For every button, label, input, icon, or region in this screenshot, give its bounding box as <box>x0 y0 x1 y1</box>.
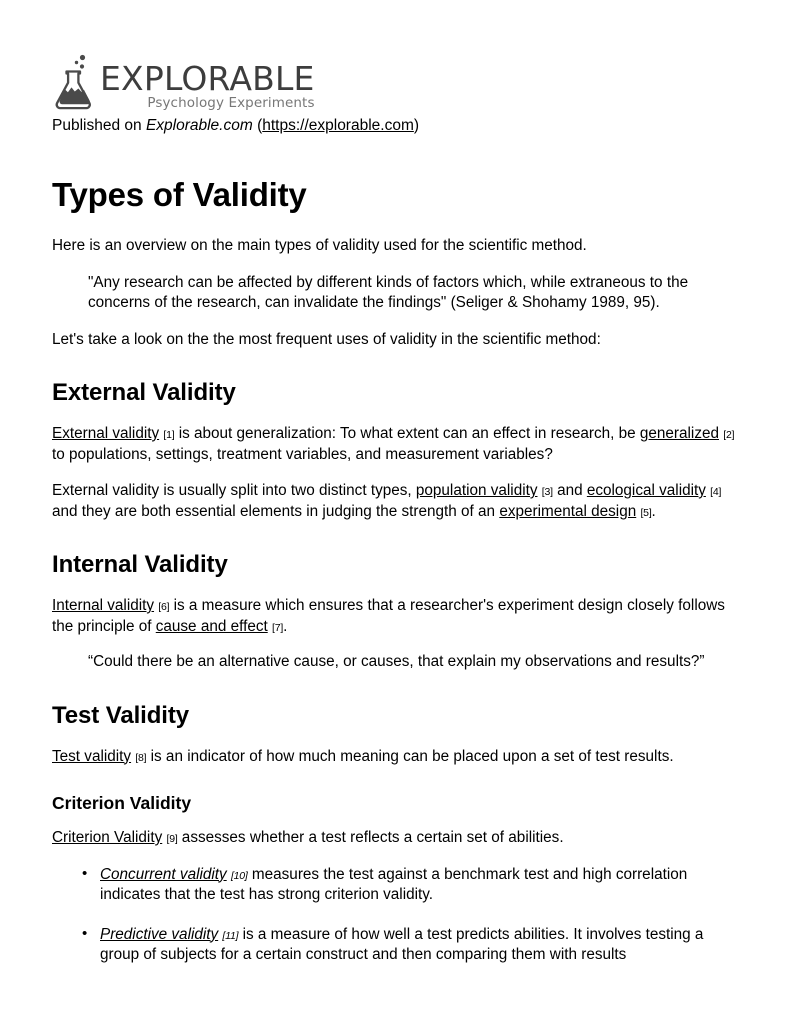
link-external-validity[interactable]: External validity <box>52 425 159 442</box>
heading-internal-validity: Internal Validity <box>52 551 228 578</box>
intro-paragraph: Here is an overview on the main types of… <box>52 237 587 254</box>
explorable-logo: EXPLORABLE Psychology Experiments <box>52 50 741 112</box>
external-p2-mid-1: and <box>552 482 587 499</box>
internal-validity-paragraph-1: Internal validity [6] is a measure which… <box>52 596 741 637</box>
list-item: Concurrent validity [10] measures the te… <box>82 864 741 906</box>
external-validity-paragraph-2: External validity is usually split into … <box>52 481 741 522</box>
logo-wordmark-group: EXPLORABLE Psychology Experiments <box>100 62 315 112</box>
link-cause-and-effect[interactable]: cause and effect <box>156 618 268 635</box>
ref-9[interactable]: [9] <box>166 833 177 845</box>
heading-test-validity: Test Validity <box>52 701 189 729</box>
published-close-paren: ) <box>413 117 420 134</box>
external-p2-mid-2: and they are both essential elements in … <box>52 502 500 520</box>
external-p2-start: External validity is usually split into … <box>52 482 416 499</box>
published-site-name: Explorable.com <box>145 117 253 134</box>
seliger-quote: "Any research can be affected by differe… <box>88 273 689 312</box>
published-prefix: Published on <box>52 117 146 134</box>
link-predictive-validity[interactable]: Predictive validity <box>100 926 218 943</box>
published-open-paren: ( <box>252 117 263 134</box>
lead-in-paragraph: Let's take a look on the the most freque… <box>52 330 601 348</box>
link-concurrent-validity[interactable]: Concurrent validity <box>100 866 227 883</box>
internal-validity-quote: “Could there be an alternative cause, or… <box>88 653 705 670</box>
link-experimental-design[interactable]: experimental design <box>499 503 636 520</box>
ref-1[interactable]: [1] <box>163 429 174 441</box>
criterion-p1-tail: assesses whether a test reflects a certa… <box>177 829 564 846</box>
link-criterion-validity[interactable]: Criterion Validity <box>52 829 162 846</box>
link-population-validity[interactable]: population validity <box>416 482 538 499</box>
external-p2-tail: . <box>651 502 656 520</box>
ref-4[interactable]: [4] <box>710 486 721 498</box>
published-site-link[interactable]: https://explorable.com <box>262 117 414 134</box>
published-line: Published on Explorable.com (https://exp… <box>52 116 741 136</box>
page-title: Types of Validity <box>52 176 307 213</box>
external-p1-tail: to populations, settings, treatment vari… <box>52 445 553 463</box>
document-page: EXPLORABLE Psychology Experiments Publis… <box>0 0 791 1024</box>
ref-2[interactable]: [2] <box>723 429 734 441</box>
ref-7[interactable]: [7] <box>272 622 283 634</box>
external-p1-mid: is about generalization: To what extent … <box>174 425 640 442</box>
test-validity-paragraph-1: Test validity [8] is an indicator of how… <box>52 747 741 768</box>
heading-external-validity: External Validity <box>52 379 236 406</box>
heading-criterion-validity: Criterion Validity <box>52 793 192 813</box>
criterion-validity-list: Concurrent validity [10] measures the te… <box>52 864 741 966</box>
flask-icon <box>55 54 91 110</box>
link-generalized[interactable]: generalized <box>640 425 719 442</box>
ref-3[interactable]: [3] <box>542 486 553 498</box>
ref-5[interactable]: [5] <box>640 507 651 519</box>
ref-10[interactable]: [10] <box>231 870 248 882</box>
logo-wordmark: EXPLORABLE <box>100 59 315 98</box>
internal-p1-tail: . <box>283 617 288 635</box>
masthead: EXPLORABLE Psychology Experiments Publis… <box>52 50 741 136</box>
link-ecological-validity[interactable]: ecological validity <box>587 482 706 499</box>
test-p1-tail: is an indicator of how much meaning can … <box>146 747 674 765</box>
ref-8[interactable]: [8] <box>135 752 146 764</box>
ref-11[interactable]: [11] <box>222 930 238 942</box>
external-validity-paragraph-1: External validity [1] is about generaliz… <box>52 424 741 465</box>
link-internal-validity[interactable]: Internal validity <box>52 597 154 614</box>
criterion-validity-paragraph-1: Criterion Validity [9] assesses whether … <box>52 828 741 849</box>
link-test-validity[interactable]: Test validity <box>52 748 131 765</box>
list-item: Predictive validity [11] is a measure of… <box>82 924 741 966</box>
ref-6[interactable]: [6] <box>158 601 169 613</box>
